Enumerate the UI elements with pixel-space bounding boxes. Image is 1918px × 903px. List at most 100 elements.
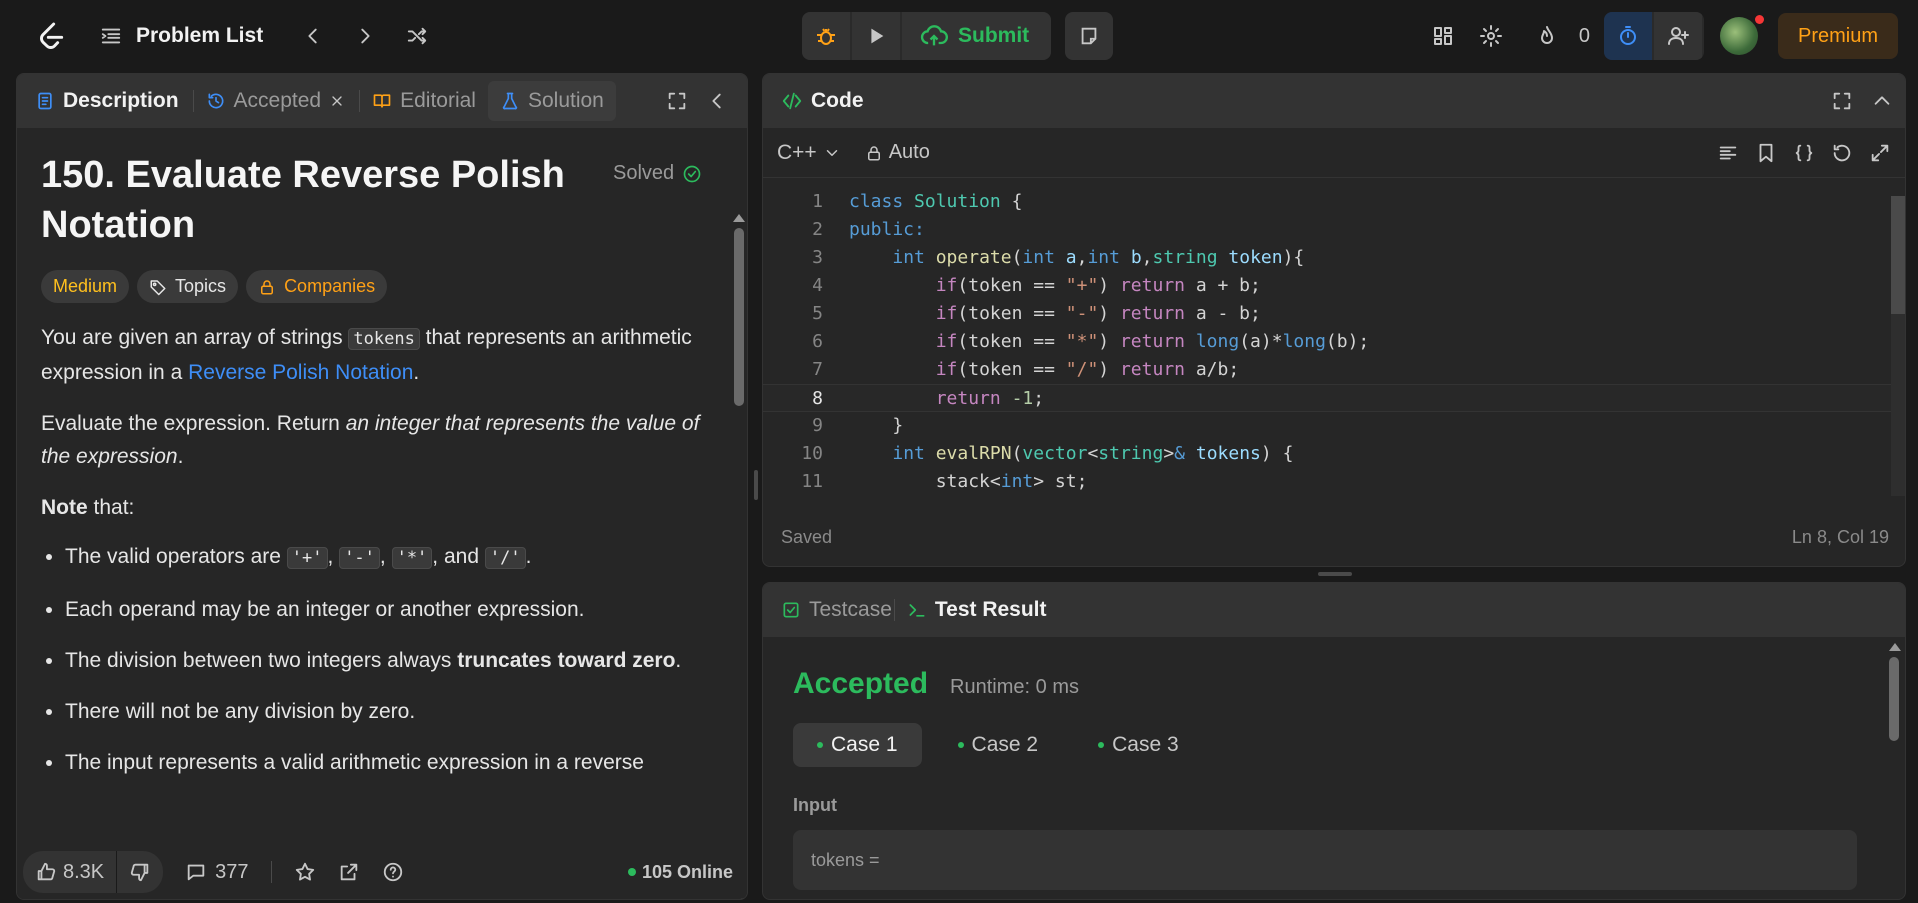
- rpn-link[interactable]: Reverse Polish Notation: [188, 361, 413, 384]
- line-source: stack<int> st;: [823, 468, 1088, 496]
- token: ) {: [1260, 443, 1294, 464]
- tab-divider: [192, 90, 194, 112]
- inline-code: '/': [484, 547, 526, 569]
- comment-count: 377: [215, 860, 249, 883]
- language-select[interactable]: C++: [777, 141, 841, 165]
- scroll-up-arrow[interactable]: [1889, 643, 1901, 651]
- horizontal-resize-handle[interactable]: [1318, 572, 1352, 576]
- premium-button[interactable]: Premium: [1777, 13, 1898, 59]
- code-line: 10 int evalRPN(vector<string>& tokens) {: [763, 440, 1905, 468]
- format-lines-icon[interactable]: [1717, 142, 1739, 164]
- editor-tools: [1717, 142, 1891, 164]
- token: return: [1119, 275, 1185, 296]
- tab-test-result[interactable]: Test Result: [907, 598, 1047, 622]
- bookmark-icon[interactable]: [1755, 142, 1777, 164]
- submit-button[interactable]: Submit: [902, 12, 1052, 60]
- code-line-current: 8 return -1;: [763, 384, 1905, 412]
- dislike-button[interactable]: [116, 851, 163, 893]
- result-scrollbar[interactable]: [1889, 643, 1901, 893]
- tab-solution[interactable]: Solution: [487, 81, 616, 121]
- like-button[interactable]: 8.3K: [23, 851, 116, 893]
- input-value-box: tokens =: [793, 830, 1857, 890]
- shuffle-icon[interactable]: [397, 25, 437, 47]
- curly-braces-icon[interactable]: [1793, 142, 1815, 164]
- tab-description[interactable]: Description: [35, 89, 191, 113]
- code-editor[interactable]: 1 class Solution { 2 public: 3 int opera…: [763, 180, 1905, 496]
- history-icon: [206, 91, 226, 111]
- tab-solution-label: Solution: [527, 89, 604, 112]
- close-tab-icon[interactable]: [329, 93, 345, 109]
- collapse-up-icon[interactable]: [1871, 90, 1893, 112]
- code-line: 3 int operate(int a,int b,string token){: [763, 244, 1905, 272]
- code-line: 4 if(token == "+") return a + b;: [763, 272, 1905, 300]
- token: "+": [1065, 275, 1099, 296]
- prev-problem-icon[interactable]: [293, 25, 333, 47]
- token: int: [1022, 247, 1055, 268]
- scroll-thumb[interactable]: [1889, 657, 1899, 741]
- help-icon[interactable]: [382, 861, 404, 883]
- line-source: int evalRPN(vector<string>& tokens) {: [823, 440, 1293, 468]
- code-line: 5 if(token == "-") return a - b;: [763, 300, 1905, 328]
- result-tabs: Testcase Test Result: [763, 583, 1905, 637]
- streak-counter[interactable]: 0: [1523, 12, 1590, 60]
- tab-editorial[interactable]: Editorial: [372, 89, 488, 113]
- maximize-icon[interactable]: [659, 90, 695, 112]
- text: that:: [87, 496, 135, 519]
- text: .: [177, 445, 184, 468]
- problem-title[interactable]: 150. Evaluate Reverse Polish Notation: [41, 150, 601, 250]
- comments-button[interactable]: 377: [185, 860, 249, 884]
- token: int: [1087, 247, 1120, 268]
- token: ): [1098, 303, 1120, 324]
- run-play-icon[interactable]: [852, 12, 900, 60]
- leetcode-logo-icon[interactable]: [34, 19, 68, 53]
- line-source: class Solution {: [823, 188, 1022, 216]
- notes-icon[interactable]: [1065, 12, 1114, 60]
- token: int: [892, 443, 925, 464]
- reset-icon[interactable]: [1831, 142, 1853, 164]
- language-value: C++: [777, 140, 817, 164]
- token: >: [1033, 471, 1045, 492]
- auto-mode[interactable]: Auto: [865, 141, 930, 164]
- scroll-up-arrow[interactable]: [733, 214, 745, 222]
- collapse-chevron-icon[interactable]: [699, 90, 735, 112]
- topics-chip[interactable]: Topics: [137, 270, 239, 303]
- result-panel: Testcase Test Result Accepted Runtime: 0…: [762, 582, 1906, 900]
- timer-icon[interactable]: [1603, 12, 1652, 60]
- tab-accepted[interactable]: Accepted: [206, 89, 358, 113]
- debug-bug-icon[interactable]: [802, 12, 850, 60]
- case-3-tab[interactable]: Case 3: [1074, 723, 1203, 767]
- vertical-resize-handle[interactable]: [754, 470, 758, 500]
- share-icon[interactable]: [338, 861, 360, 883]
- line-number: 1: [812, 191, 823, 212]
- description-scrollbar[interactable]: [733, 214, 745, 899]
- note-bold: Note: [41, 496, 88, 519]
- companies-chip[interactable]: Companies: [246, 270, 388, 303]
- user-avatar[interactable]: [1719, 15, 1764, 55]
- token: <: [989, 471, 1001, 492]
- token: class: [849, 191, 904, 212]
- case-2-tab[interactable]: Case 2: [934, 723, 1063, 767]
- problem-list-title[interactable]: Problem List: [136, 24, 263, 48]
- scroll-thumb[interactable]: [734, 228, 744, 406]
- next-problem-icon[interactable]: [345, 25, 385, 47]
- code-header-actions: [1831, 90, 1893, 112]
- line-number: 5: [812, 303, 823, 324]
- token: &: [1174, 443, 1186, 464]
- maximize-icon[interactable]: [1831, 90, 1853, 112]
- add-friend-icon[interactable]: [1653, 12, 1702, 60]
- settings-gear-icon[interactable]: [1467, 12, 1515, 60]
- fullscreen-icon[interactable]: [1869, 142, 1891, 164]
- case-1-tab[interactable]: Case 1: [793, 723, 922, 767]
- editor-scroll-thumb[interactable]: [1891, 196, 1905, 314]
- save-status: Saved: [781, 526, 833, 547]
- inline-code: '-': [339, 547, 380, 569]
- case-tabs: Case 1 Case 2 Case 3: [793, 723, 1873, 767]
- verdict-status: Accepted: [793, 667, 929, 700]
- layout-icon[interactable]: [1419, 12, 1467, 60]
- line-source: public:: [823, 216, 925, 244]
- problem-list-icon[interactable]: [100, 25, 122, 47]
- star-icon[interactable]: [294, 861, 316, 883]
- tab-testcase[interactable]: Testcase: [781, 598, 892, 622]
- line-number: 9: [812, 415, 823, 436]
- editor-scrollbar[interactable]: [1891, 196, 1905, 496]
